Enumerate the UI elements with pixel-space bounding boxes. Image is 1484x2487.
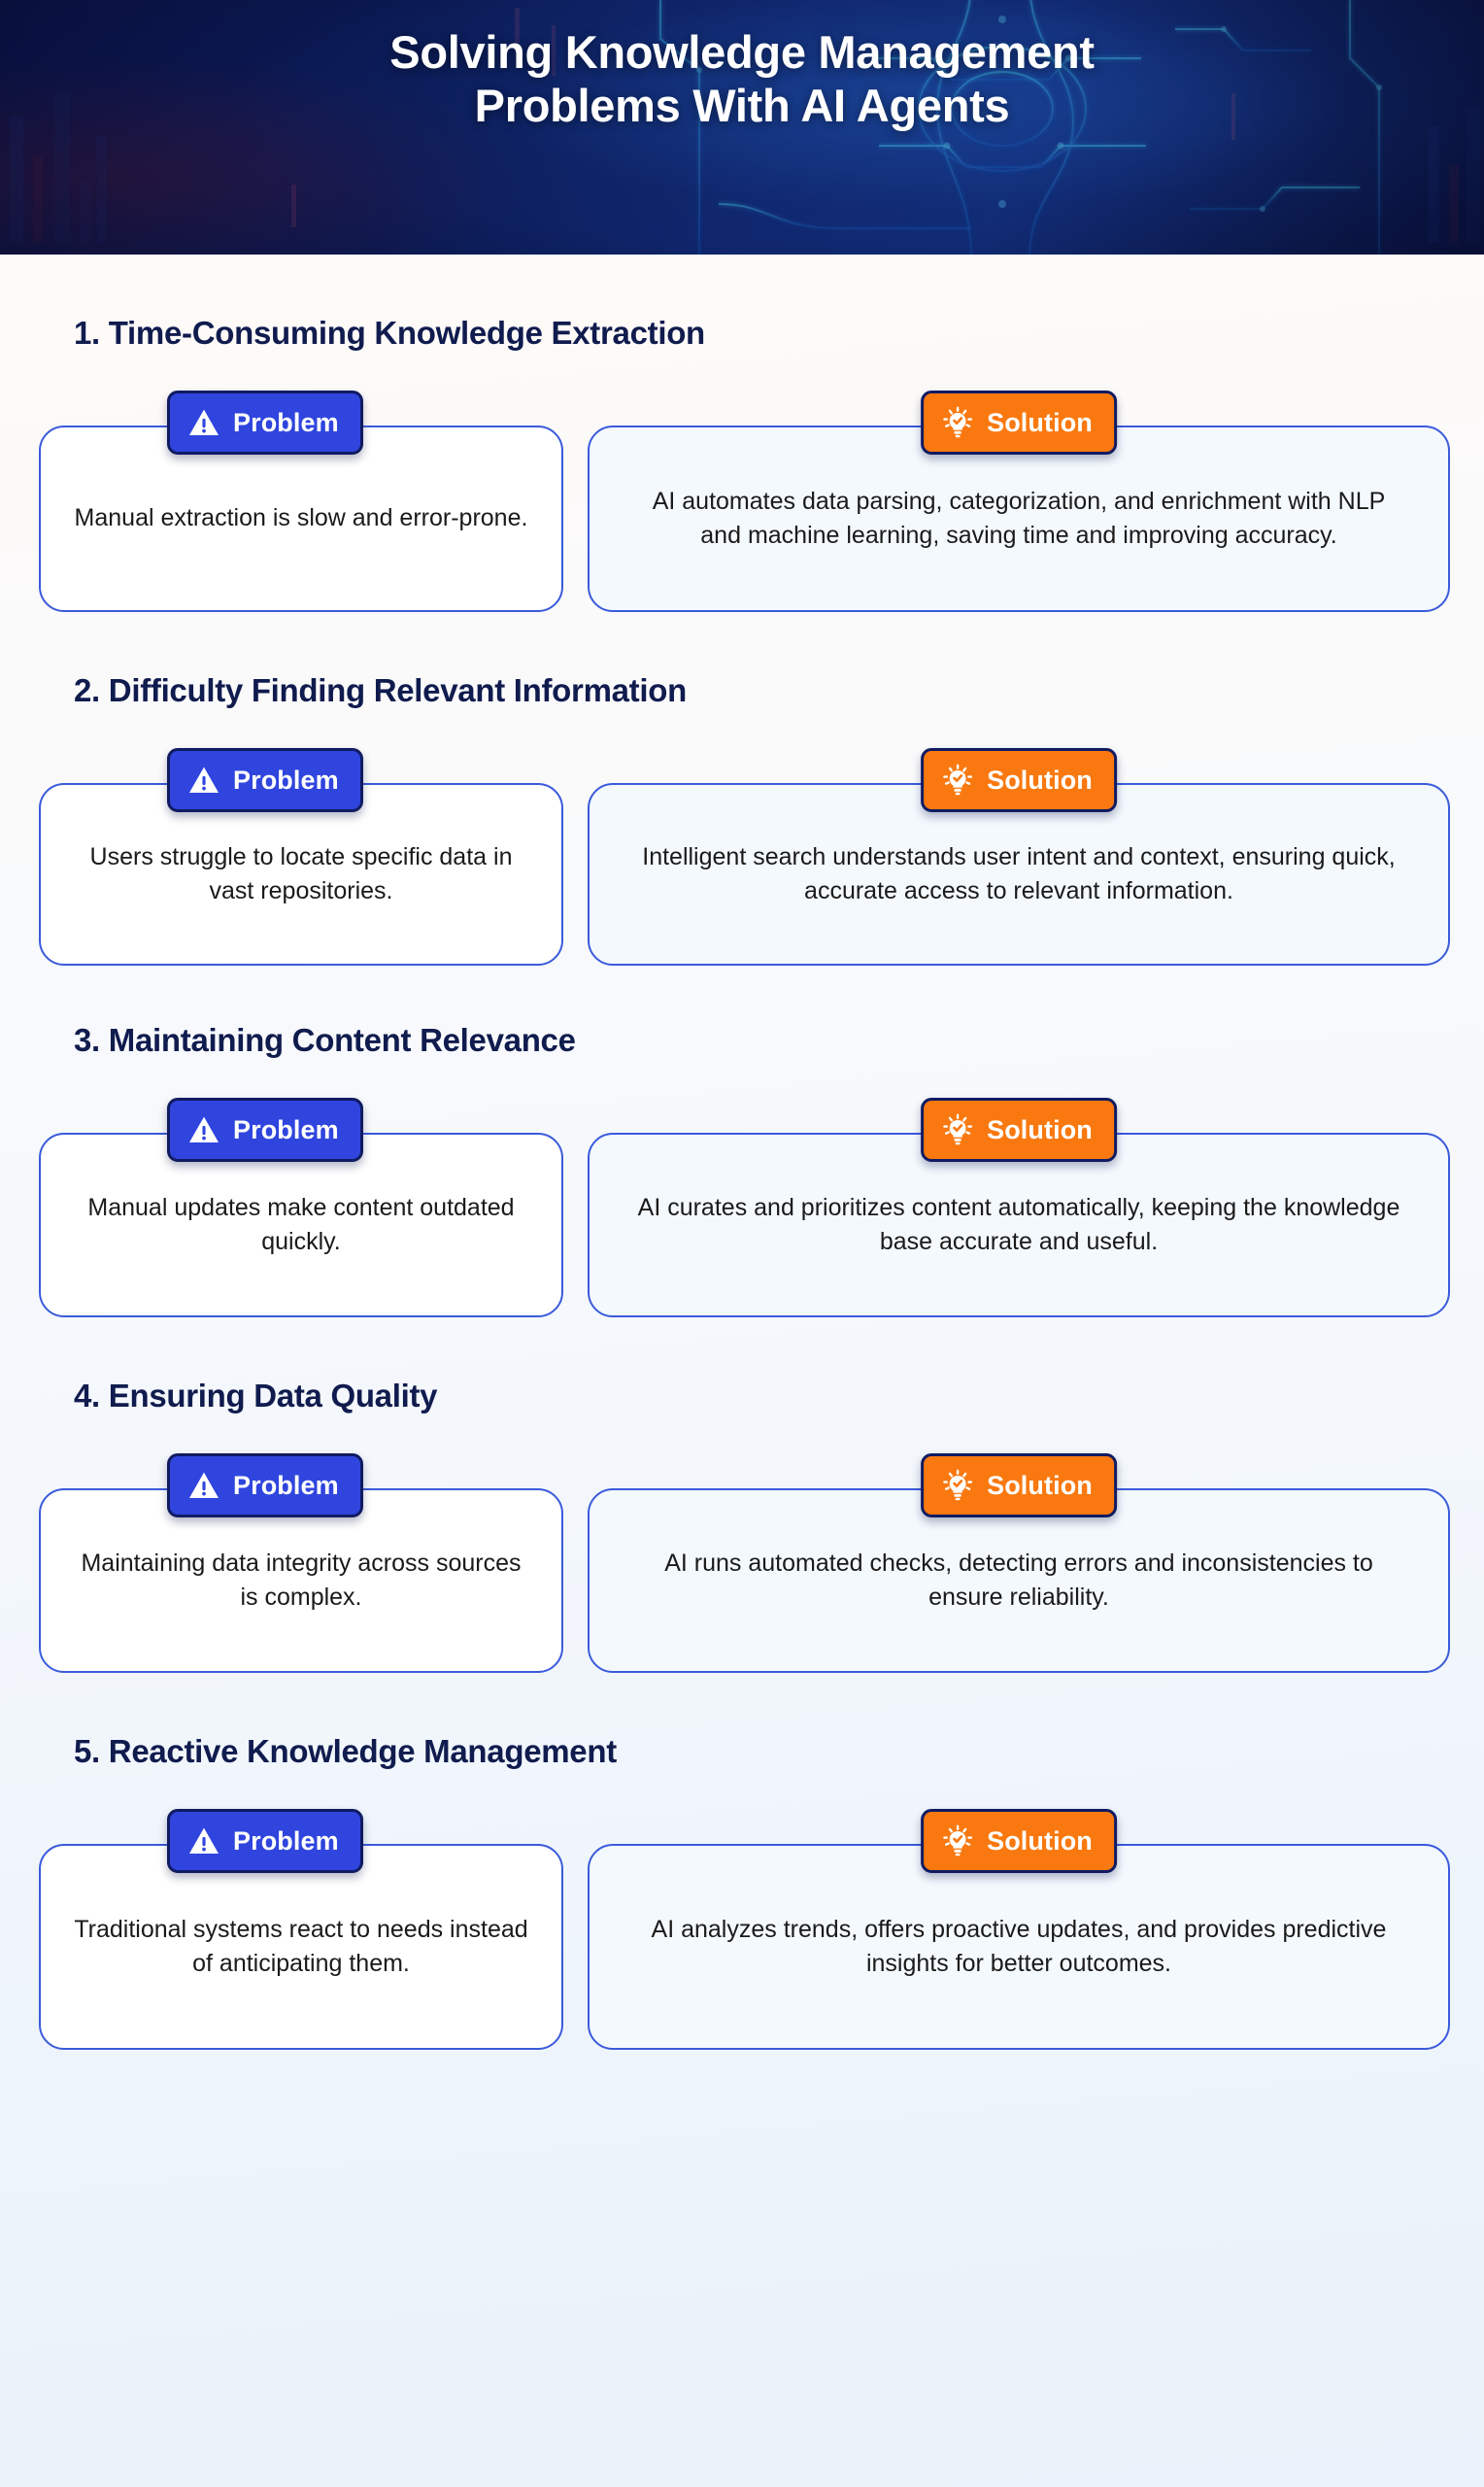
section-4: 4. Ensuring Data Quality Problem Maintai… bbox=[0, 1317, 1484, 1673]
problem-card-4: Problem Maintaining data integrity acros… bbox=[39, 1453, 563, 1673]
solution-badge-label-1: Solution bbox=[987, 407, 1093, 437]
solution-card-3: Solution AI curates and prioritizes cont… bbox=[588, 1098, 1450, 1317]
lightbulb-check-icon bbox=[943, 764, 973, 796]
solution-card-5: Solution AI analyzes trends, offers proa… bbox=[588, 1809, 1450, 2050]
solution-card-4: Solution AI runs automated checks, detec… bbox=[588, 1453, 1450, 1673]
solution-text-5: AI analyzes trends, offers proactive upd… bbox=[651, 1915, 1387, 1978]
section-5-cards: Problem Traditional systems react to nee… bbox=[0, 1809, 1484, 2050]
problem-badge-4: Problem bbox=[167, 1453, 363, 1517]
solution-text-2: Intelligent search understands user inte… bbox=[642, 842, 1396, 905]
warning-triangle-icon bbox=[188, 1116, 219, 1143]
solution-badge-label-5: Solution bbox=[987, 1825, 1093, 1856]
solution-badge-5: Solution bbox=[921, 1809, 1117, 1873]
problem-badge-label-1: Problem bbox=[233, 407, 339, 437]
problem-text-4: Maintaining data integrity across source… bbox=[81, 1549, 522, 1612]
section-3: 3. Maintaining Content Relevance Problem… bbox=[0, 966, 1484, 1317]
problem-badge-label-4: Problem bbox=[233, 1470, 339, 1500]
solution-badge-label-4: Solution bbox=[987, 1470, 1093, 1500]
solution-text-4: AI runs automated checks, detecting erro… bbox=[664, 1549, 1373, 1612]
problem-text-1: Manual extraction is slow and error-pron… bbox=[74, 504, 528, 532]
problem-badge-label-5: Problem bbox=[233, 1825, 339, 1856]
solution-text-1: AI automates data parsing, categorizatio… bbox=[652, 487, 1386, 550]
warning-triangle-icon bbox=[188, 409, 219, 436]
section-3-cards: Problem Manual updates make content outd… bbox=[0, 1098, 1484, 1317]
lightbulb-check-icon bbox=[943, 1113, 973, 1145]
warning-triangle-icon bbox=[188, 1472, 219, 1499]
lightbulb-check-icon bbox=[943, 1824, 973, 1857]
section-2: 2. Difficulty Finding Relevant Informati… bbox=[0, 612, 1484, 966]
solution-text-3: AI curates and prioritizes content autom… bbox=[637, 1193, 1400, 1256]
page-title: Solving Knowledge Management Problems Wi… bbox=[0, 25, 1484, 133]
problem-badge-label-2: Problem bbox=[233, 765, 339, 795]
lightbulb-check-icon bbox=[943, 1469, 973, 1501]
section-2-cards: Problem Users struggle to locate specifi… bbox=[0, 748, 1484, 966]
solution-badge-3: Solution bbox=[921, 1098, 1117, 1162]
solution-badge-2: Solution bbox=[921, 748, 1117, 812]
solution-card-1: Solution AI automates data parsing, cate… bbox=[588, 391, 1450, 612]
page-title-line-2: Problems With AI Agents bbox=[474, 80, 1010, 132]
lightbulb-check-icon bbox=[943, 406, 973, 438]
page-title-line-1: Solving Knowledge Management bbox=[389, 26, 1095, 78]
problem-badge-label-3: Problem bbox=[233, 1114, 339, 1144]
section-4-title: 4. Ensuring Data Quality bbox=[74, 1378, 438, 1414]
section-4-cards: Problem Maintaining data integrity acros… bbox=[0, 1453, 1484, 1673]
section-1-title: 1. Time-Consuming Knowledge Extraction bbox=[74, 315, 705, 351]
problem-card-5: Problem Traditional systems react to nee… bbox=[39, 1809, 563, 2050]
solution-badge-label-3: Solution bbox=[987, 1114, 1093, 1144]
sections-container: 1. Time-Consuming Knowledge Extraction P… bbox=[0, 255, 1484, 2050]
solution-badge-4: Solution bbox=[921, 1453, 1117, 1517]
problem-text-5: Traditional systems react to needs inste… bbox=[74, 1915, 528, 1978]
problem-card-2: Problem Users struggle to locate specifi… bbox=[39, 748, 563, 966]
warning-triangle-icon bbox=[188, 767, 219, 794]
problem-badge-3: Problem bbox=[167, 1098, 363, 1162]
solution-badge-1: Solution bbox=[921, 391, 1117, 455]
problem-card-3: Problem Manual updates make content outd… bbox=[39, 1098, 563, 1317]
section-1: 1. Time-Consuming Knowledge Extraction P… bbox=[0, 255, 1484, 612]
section-3-title: 3. Maintaining Content Relevance bbox=[74, 1022, 576, 1058]
solution-card-2: Solution Intelligent search understands … bbox=[588, 748, 1450, 966]
section-1-cards: Problem Manual extraction is slow and er… bbox=[0, 391, 1484, 612]
problem-badge-5: Problem bbox=[167, 1809, 363, 1873]
problem-badge-2: Problem bbox=[167, 748, 363, 812]
section-2-title: 2. Difficulty Finding Relevant Informati… bbox=[74, 672, 687, 708]
problem-badge-1: Problem bbox=[167, 391, 363, 455]
problem-card-1: Problem Manual extraction is slow and er… bbox=[39, 391, 563, 612]
section-5: 5. Reactive Knowledge Management Problem… bbox=[0, 1673, 1484, 2050]
page-header: Solving Knowledge Management Problems Wi… bbox=[0, 0, 1484, 255]
section-5-title: 5. Reactive Knowledge Management bbox=[74, 1733, 617, 1769]
warning-triangle-icon bbox=[188, 1827, 219, 1855]
problem-text-3: Manual updates make content outdated qui… bbox=[87, 1193, 515, 1256]
problem-text-2: Users struggle to locate specific data i… bbox=[89, 842, 513, 905]
solution-badge-label-2: Solution bbox=[987, 765, 1093, 795]
